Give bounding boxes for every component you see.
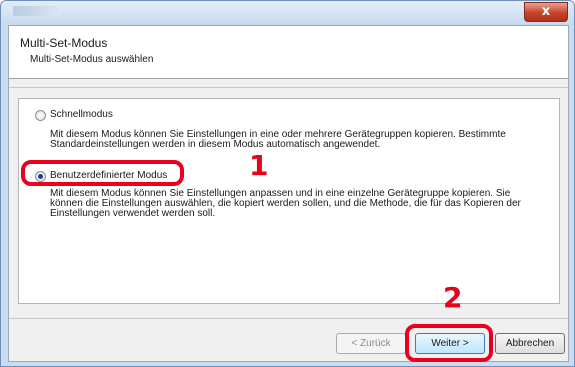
option-label-schnellmodus[interactable]: Schnellmodus <box>50 109 113 120</box>
callout-number-2: 2 <box>443 281 463 314</box>
page-subtitle: Multi-Set-Modus auswählen <box>30 54 154 65</box>
option-description-schnellmodus: Mit diesem Modus können Sie Einstellunge… <box>50 130 540 150</box>
highlight-box-step-1 <box>21 160 184 186</box>
radio-schnellmodus[interactable] <box>35 110 46 121</box>
page-title: Multi-Set-Modus <box>20 36 108 50</box>
wizard-header: Multi-Set-Modus Multi-Set-Modus auswähle… <box>9 26 568 79</box>
title-bar: x <box>1 1 574 25</box>
close-button[interactable]: x <box>524 2 568 22</box>
option-description-benutzerdefinierter-modus: Mit diesem Modus können Sie Einstellunge… <box>50 189 540 219</box>
callout-number-1: 1 <box>249 149 269 182</box>
cancel-button[interactable]: Abbrechen <box>495 333 565 354</box>
divider <box>9 318 568 319</box>
options-panel: Schnellmodus Mit diesem Modus können Sie… <box>18 98 560 304</box>
back-button[interactable]: < Zurück <box>336 333 406 354</box>
description-line: Einstellungen verwendet werden soll. <box>50 208 216 219</box>
dialog-window: x Multi-Set-Modus Multi-Set-Modus auswäh… <box>0 0 575 367</box>
divider <box>9 87 568 88</box>
close-icon: x <box>541 4 551 19</box>
highlight-box-step-2 <box>405 324 493 362</box>
dialog-body: Multi-Set-Modus Multi-Set-Modus auswähle… <box>8 25 569 362</box>
description-line: Standardeinstellungen werden in diesem M… <box>50 139 381 150</box>
title-bar-text-blurred <box>13 6 61 16</box>
